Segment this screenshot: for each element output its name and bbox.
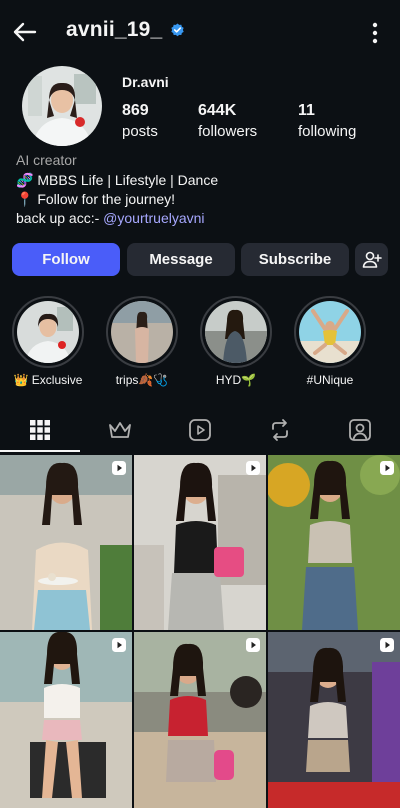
message-button[interactable]: Message xyxy=(127,243,235,276)
reels-icon xyxy=(189,419,211,441)
avatar-image xyxy=(22,66,102,146)
username-title: avnii_19_ xyxy=(66,18,185,42)
highlight-cover-image xyxy=(111,301,173,363)
crown-icon xyxy=(109,422,131,438)
grid-post[interactable] xyxy=(134,455,266,630)
highlight-label: trips🍂🩺 xyxy=(115,373,169,387)
highlight-hyd[interactable]: HYD🌱 xyxy=(200,296,272,387)
reel-badge-icon xyxy=(246,638,260,652)
highlight-cover-image xyxy=(299,301,361,363)
highlight-cover-image xyxy=(17,301,79,363)
profile-tabs xyxy=(0,408,400,452)
post-image xyxy=(134,632,266,808)
reel-badge-icon xyxy=(380,638,394,652)
highlight-cover xyxy=(111,301,173,363)
grid-icon xyxy=(30,420,50,440)
repost-icon xyxy=(272,419,288,441)
grid-post[interactable] xyxy=(134,632,266,808)
display-name: Dr.avni xyxy=(122,74,169,90)
grid-post[interactable] xyxy=(268,455,400,630)
highlight-unique[interactable]: #UNique xyxy=(294,296,366,387)
tab-grid[interactable] xyxy=(0,408,80,452)
highlight-ring xyxy=(294,296,366,368)
backup-mention-link[interactable]: @yourtruelyavni xyxy=(103,210,204,226)
tab-reposts[interactable] xyxy=(240,408,320,452)
posts-label: posts xyxy=(122,123,158,140)
highlight-label: 👑 Exclusive xyxy=(13,373,83,387)
reel-badge-icon xyxy=(112,461,126,475)
reel-badge-icon xyxy=(112,638,126,652)
highlight-ring xyxy=(200,296,272,368)
highlight-cover-image xyxy=(205,301,267,363)
more-vertical-icon[interactable] xyxy=(372,22,378,44)
stat-following[interactable]: 11 following xyxy=(298,102,356,140)
highlight-label: #UNique xyxy=(306,373,354,387)
highlight-ring xyxy=(12,296,84,368)
highlight-ring xyxy=(106,296,178,368)
profile-avatar[interactable] xyxy=(22,66,102,146)
following-label: following xyxy=(298,123,357,140)
following-count: 11 xyxy=(298,102,315,119)
highlight-label: HYD🌱 xyxy=(215,373,257,387)
highlight-cover xyxy=(205,301,267,363)
post-image xyxy=(134,455,266,630)
bio-line-1: 🧬 MBBS Life | Lifestyle | Dance xyxy=(16,172,219,188)
highlight-cover xyxy=(17,301,79,363)
stat-followers[interactable]: 644K followers xyxy=(198,102,257,140)
grid-post[interactable] xyxy=(0,632,132,808)
back-arrow-icon[interactable] xyxy=(10,18,38,46)
stat-posts[interactable]: 869 posts xyxy=(122,102,158,140)
top-bar: avnii_19_ xyxy=(0,0,400,64)
bio-backup-line: back up acc:- @yourtruelyavni xyxy=(16,210,205,226)
highlight-cover xyxy=(299,301,361,363)
highlight-exclusive[interactable]: 👑 Exclusive xyxy=(12,296,84,387)
grid-post[interactable] xyxy=(0,455,132,630)
reel-badge-icon xyxy=(380,461,394,475)
add-person-icon xyxy=(362,251,382,268)
post-image xyxy=(0,455,132,630)
backup-prefix: back up acc:- xyxy=(16,210,104,226)
followers-label: followers xyxy=(198,123,258,140)
follow-button[interactable]: Follow xyxy=(12,243,120,276)
username-text: avnii_19_ xyxy=(66,18,163,41)
tab-tagged[interactable] xyxy=(320,408,400,452)
tab-exclusive[interactable] xyxy=(80,408,160,452)
bio-line-2: 📍 Follow for the journey! xyxy=(16,191,176,207)
add-user-button[interactable] xyxy=(355,243,388,276)
subscribe-button[interactable]: Subscribe xyxy=(241,243,349,276)
reel-badge-icon xyxy=(246,461,260,475)
tab-reels[interactable] xyxy=(160,408,240,452)
tagged-icon xyxy=(349,419,371,441)
post-image xyxy=(268,632,400,808)
verified-badge-icon xyxy=(171,22,185,36)
post-image xyxy=(268,455,400,630)
followers-count: 644K xyxy=(198,102,237,119)
highlight-trips[interactable]: trips🍂🩺 xyxy=(106,296,178,387)
post-image xyxy=(0,632,132,808)
category-label: AI creator xyxy=(16,152,77,168)
active-tab-indicator xyxy=(0,450,80,452)
posts-count: 869 xyxy=(122,102,149,119)
grid-post[interactable] xyxy=(268,632,400,808)
